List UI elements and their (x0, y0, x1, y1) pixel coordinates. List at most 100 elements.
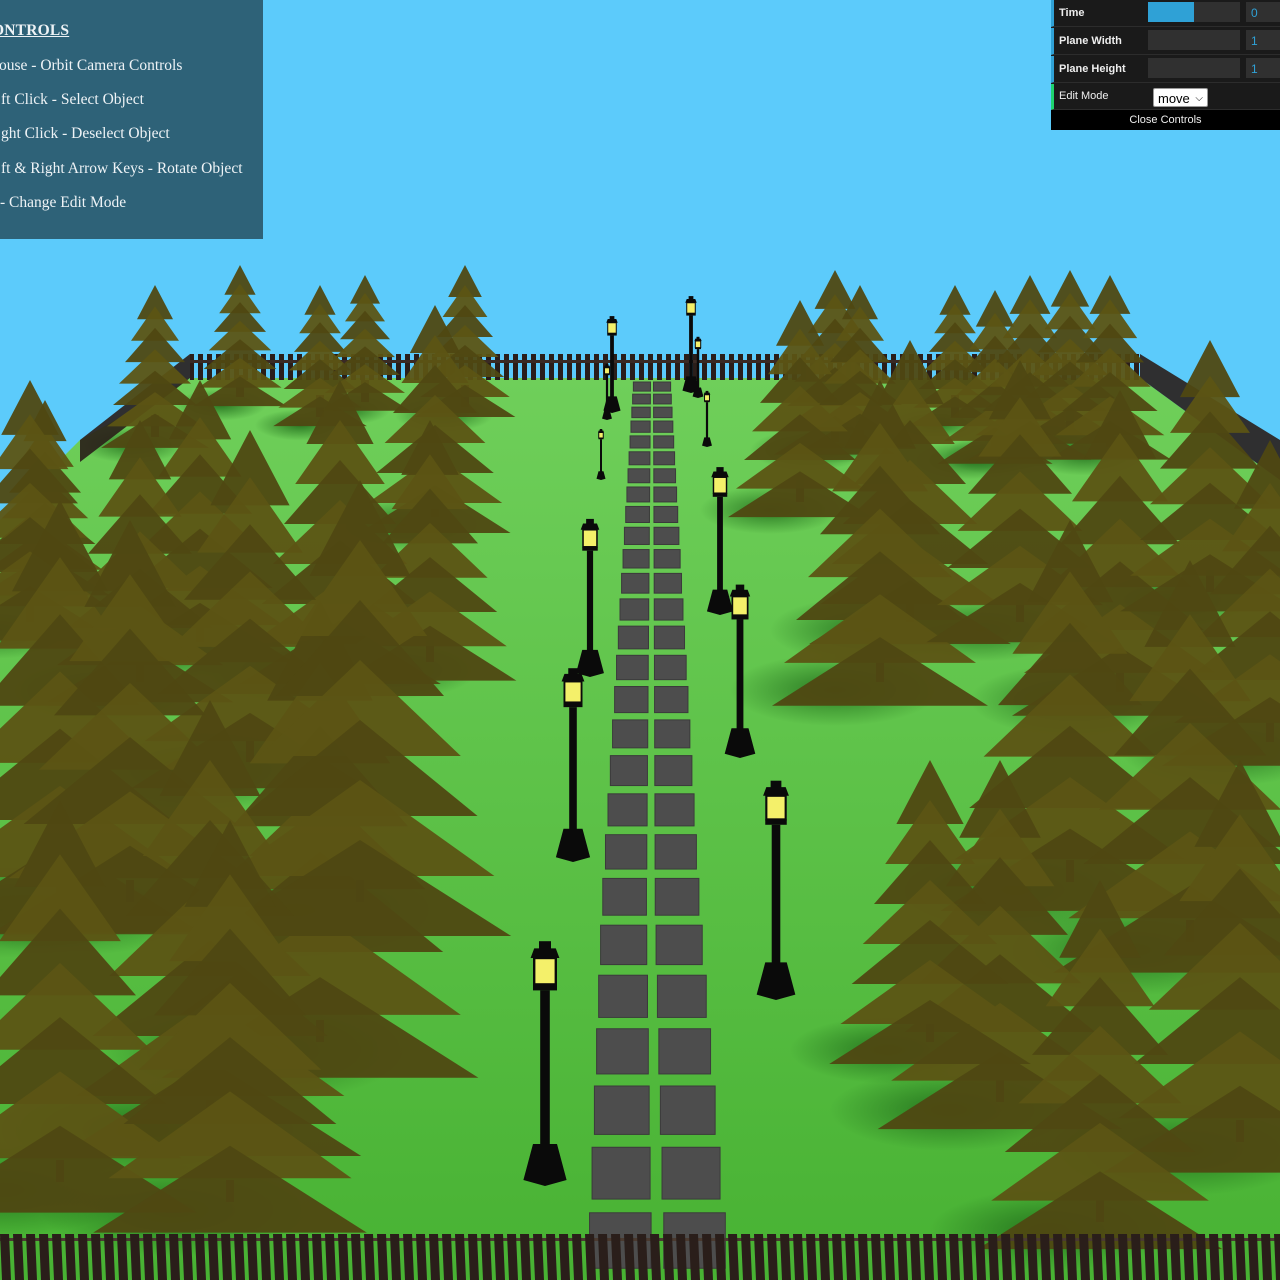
lamp-pole (689, 315, 693, 378)
lamp-light (712, 476, 728, 494)
path-tile (654, 793, 695, 827)
lamp-pole (586, 550, 594, 652)
lamp-top (705, 390, 709, 394)
path-tile (658, 1028, 712, 1075)
path-tile (616, 654, 649, 681)
lamp-pole (605, 375, 609, 411)
edit-mode-value: move (1158, 91, 1190, 106)
path-tile (653, 598, 684, 621)
path-tile (653, 393, 672, 405)
path-tile (654, 719, 691, 749)
time-label: Time (1059, 7, 1085, 19)
instructions-title: ONTROLS (0, 22, 70, 39)
lamp-collar (598, 438, 604, 440)
instruction-deselect: ght Click - Deselect Object (1, 125, 170, 142)
gui-row-time: Time 0 (1051, 0, 1280, 27)
lamp-pole (600, 439, 602, 472)
fence-front (0, 1234, 1280, 1280)
path-tile (654, 686, 689, 714)
lamp-pole (540, 990, 550, 1147)
edit-mode-select[interactable]: move ⌵ (1153, 88, 1208, 107)
path-tile (654, 834, 697, 870)
path-tile (625, 505, 650, 524)
path-tile (654, 877, 700, 916)
lamp-pole (569, 707, 577, 831)
path-tile (593, 1085, 650, 1135)
lamp-light (694, 340, 702, 349)
path-tile (659, 1085, 716, 1135)
time-slider-fill (1148, 2, 1194, 22)
path-tile (609, 755, 648, 787)
lamp-pole (705, 402, 709, 438)
lamp-light (686, 302, 696, 314)
path-tile (653, 526, 680, 545)
controls-instructions-panel: ONTROLS ouse - Orbit Camera Controls ft … (0, 0, 263, 239)
lamp-top (609, 316, 615, 320)
time-input[interactable]: 0 (1246, 2, 1280, 22)
path-tile (654, 755, 693, 787)
lamp-collar (712, 493, 728, 497)
lamp-collar (765, 819, 787, 825)
lamp-top (716, 467, 724, 473)
instruction-edit-mode: - Change Edit Mode (0, 194, 127, 211)
plane-height-slider[interactable] (1148, 58, 1240, 78)
lamp-collar (695, 347, 701, 350)
instruction-orbit: ouse - Orbit Camera Controls (0, 57, 183, 74)
lamp-light (704, 394, 710, 402)
path-tile (653, 486, 678, 503)
path-tile (598, 974, 648, 1018)
path-tile (604, 834, 648, 870)
gui-row-edit-mode: Edit Mode move ⌵ (1051, 84, 1280, 110)
chevron-down-icon: ⌵ (1195, 93, 1203, 104)
path-tile (661, 1146, 721, 1200)
lamp-light (731, 595, 749, 617)
plane-width-slider[interactable] (1148, 30, 1240, 50)
plane-width-input[interactable]: 1 (1246, 30, 1280, 50)
path-tile (653, 572, 683, 594)
path-tile (612, 719, 649, 749)
lamp-light (765, 794, 787, 821)
lamp-collar (604, 373, 610, 376)
path-tile (653, 381, 672, 392)
path-tile (653, 435, 675, 449)
lamp-pole (610, 335, 614, 398)
lamp-top (696, 336, 700, 340)
path-tile (653, 654, 687, 681)
lamp-top (599, 429, 603, 431)
path-tile (617, 625, 649, 650)
lamp-pole (736, 619, 744, 730)
lamp-light (598, 432, 604, 439)
path-tile (628, 451, 651, 466)
path-tile (653, 451, 676, 466)
gui-row-plane-height: Plane Height 1 (1051, 56, 1280, 83)
path-tile (653, 406, 673, 419)
path-tile (630, 420, 651, 433)
dat-gui-panel: Time 0 Plane Width 1 Plane Height 1 Edit… (1051, 0, 1280, 130)
plane-width-label: Plane Width (1059, 35, 1122, 47)
lamp-top (770, 780, 782, 790)
instruction-rotate: ft & Right Arrow Keys - Rotate Object (1, 160, 243, 177)
plane-height-input[interactable]: 1 (1246, 58, 1280, 78)
lamp-top (605, 363, 609, 367)
lamp-collar (731, 615, 749, 620)
lamp-collar (563, 702, 583, 708)
lamp-light (604, 367, 610, 375)
lamp-top (586, 518, 594, 526)
lamp-light (533, 956, 558, 986)
path-tile (591, 1146, 651, 1200)
lamp-collar (607, 333, 617, 336)
time-slider[interactable] (1148, 2, 1240, 22)
path-tile (655, 924, 703, 966)
path-tile (623, 526, 650, 545)
edit-mode-label: Edit Mode (1059, 90, 1109, 102)
lamp-pole (717, 496, 723, 592)
lamp-light (582, 528, 598, 548)
path-tile (600, 924, 648, 966)
close-controls-button[interactable]: Close Controls (1051, 110, 1280, 130)
gui-row-plane-width: Plane Width 1 (1051, 28, 1280, 55)
lamp-top (568, 668, 578, 676)
lamp-collar (533, 984, 557, 991)
path-tile (629, 435, 651, 449)
lamp-light (563, 680, 583, 704)
path-tile (602, 877, 647, 916)
